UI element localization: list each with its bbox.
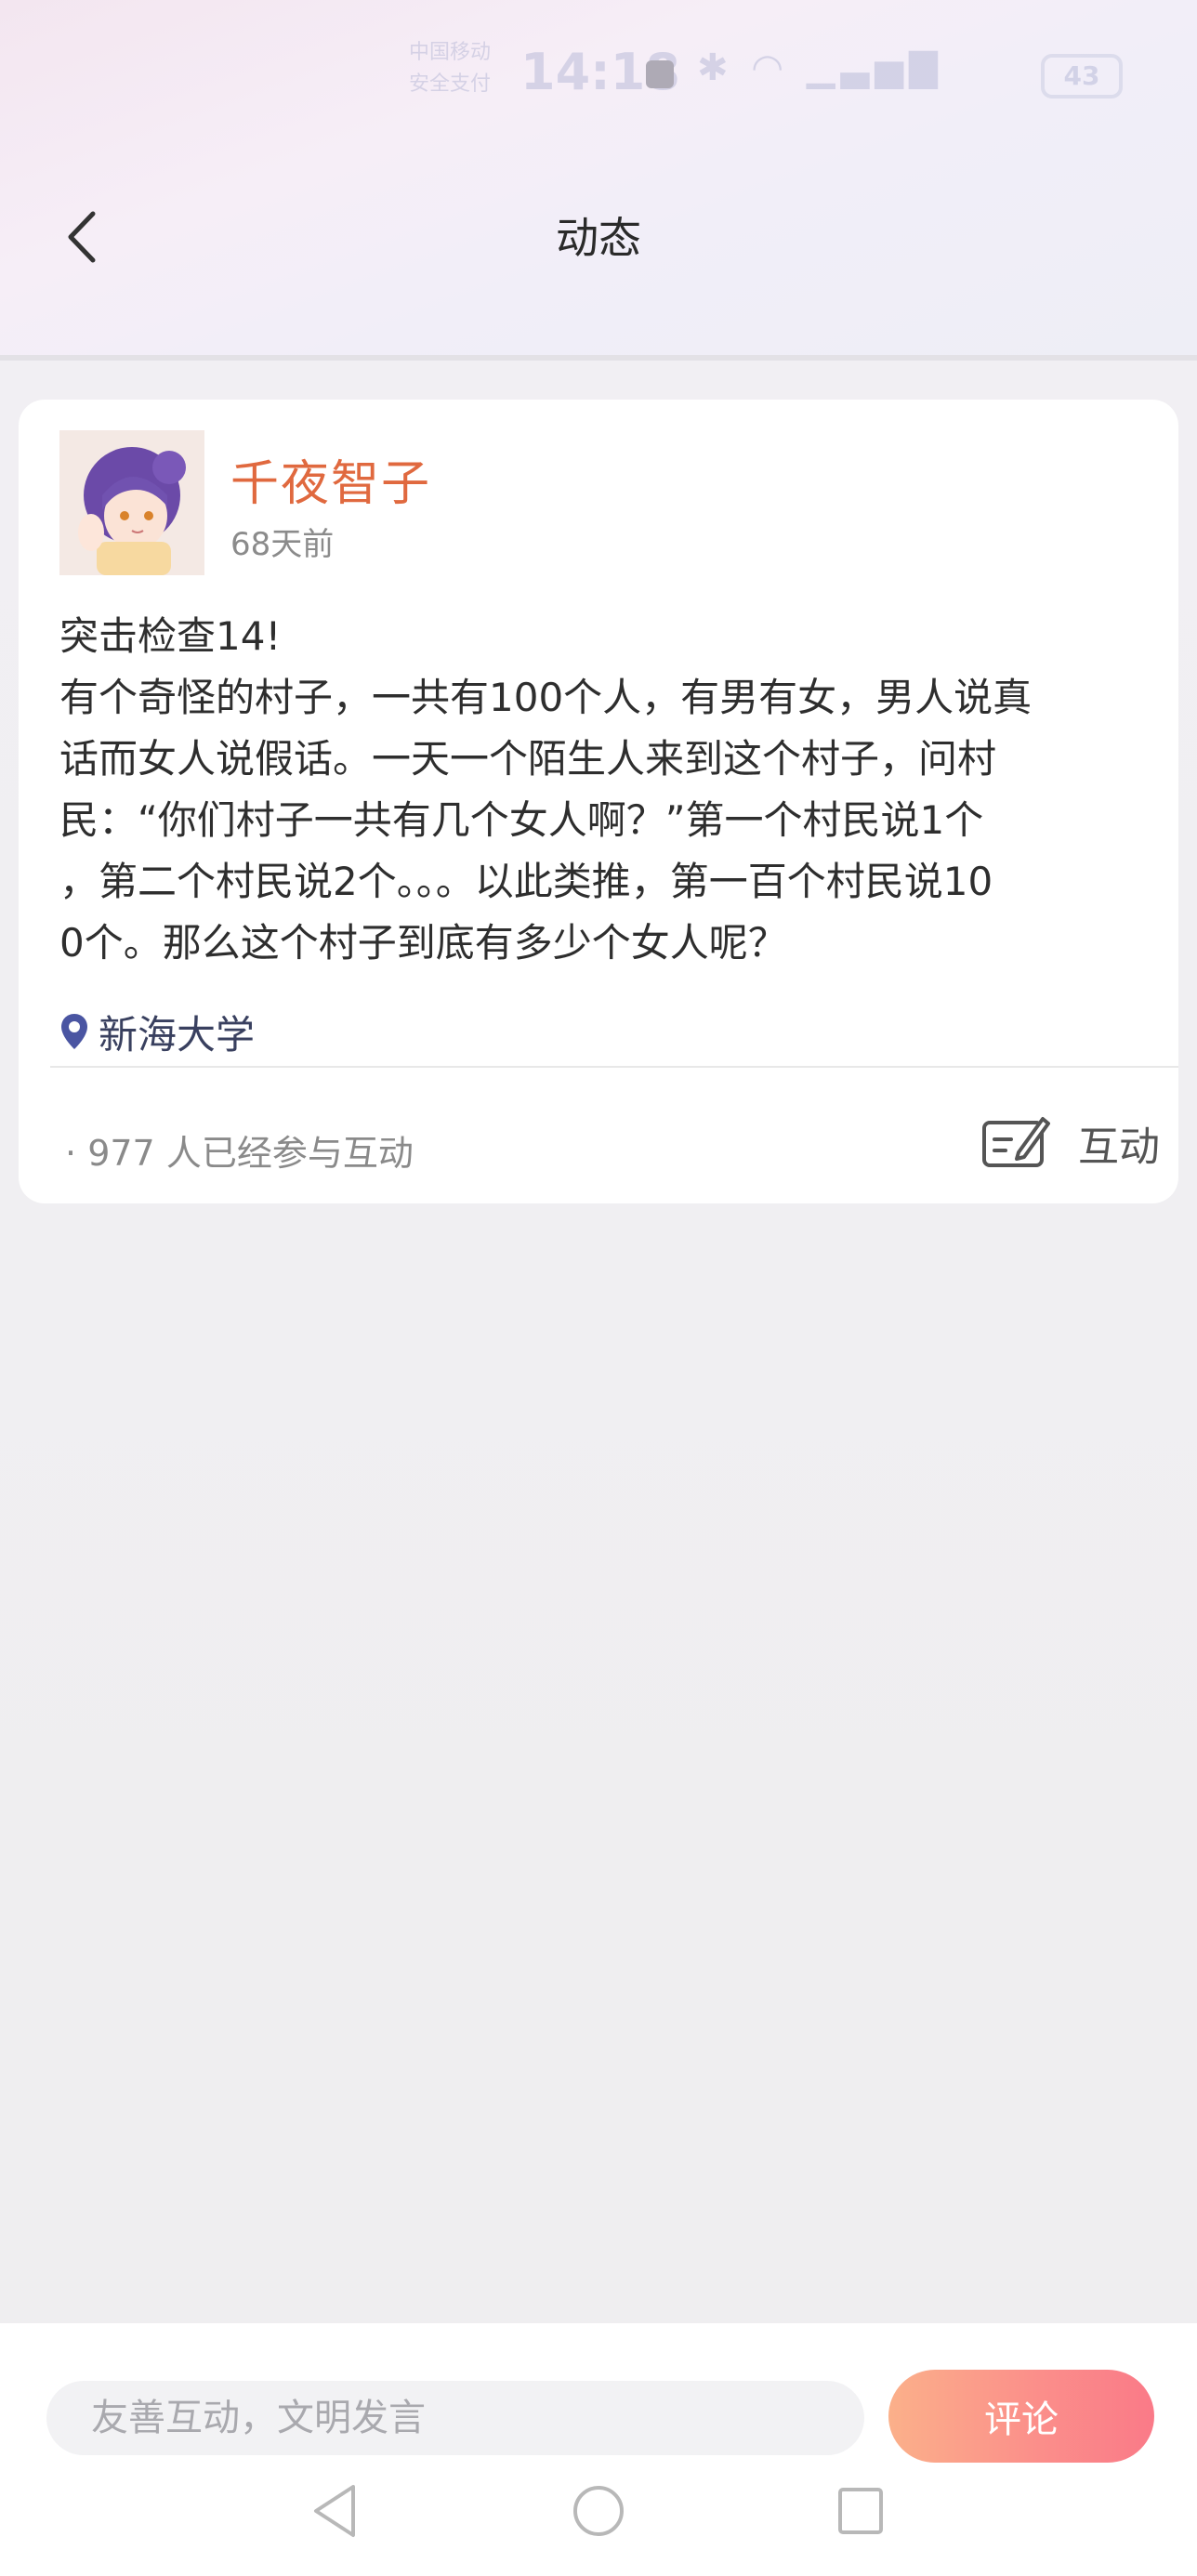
status-icons: ✱ ◠ ▁▃▅▇ bbox=[697, 46, 943, 89]
card-divider bbox=[50, 1066, 1178, 1068]
post-title-line: 突击检查14! bbox=[59, 613, 282, 659]
comment-input[interactable] bbox=[46, 2381, 864, 2455]
signal-icon: ▁▃▅▇ bbox=[806, 46, 943, 89]
participants-count: · 977 人已经参与互动 bbox=[65, 1124, 414, 1176]
lower-background bbox=[0, 1891, 1197, 2323]
page-header: 动态 bbox=[0, 167, 1197, 297]
map-pin-icon bbox=[61, 1014, 87, 1049]
status-carrier: 中国移动 安全支付 bbox=[409, 41, 492, 96]
edit-note-icon bbox=[982, 1117, 1050, 1167]
post-body-line: 话而女人说假话。一天一个陌生人来到这个村子，问村 bbox=[59, 736, 997, 782]
post-body-line: 0个。那么这个村子到底有多少个女人呢？ bbox=[59, 920, 787, 966]
notification-app-icon bbox=[646, 60, 674, 88]
page-title: 动态 bbox=[556, 213, 641, 263]
post-time: 68天前 bbox=[230, 526, 335, 563]
bluetooth-icon: ✱ bbox=[697, 46, 734, 89]
nav-recents-button[interactable] bbox=[833, 2481, 888, 2544]
author-name[interactable]: 千夜智子 bbox=[230, 444, 431, 514]
post-body-line: ，第二个村民说2个。。。以此类推，第一百个村民说10 bbox=[59, 859, 993, 904]
system-nav-bar bbox=[0, 2472, 1197, 2565]
wifi-icon: ◠ bbox=[751, 46, 790, 89]
triangle-back-icon bbox=[314, 2485, 355, 2537]
participants-number: 977 bbox=[87, 1133, 155, 1174]
interact-button[interactable]: 互动 bbox=[957, 1106, 1171, 1180]
participants-prefix: · bbox=[65, 1133, 77, 1174]
post-body: 突击检查14! 有个奇怪的村子，一共有100个人，有男有女，男人说真 话而女人说… bbox=[59, 606, 1147, 974]
location-label: 新海大学 bbox=[99, 1011, 256, 1058]
comment-button[interactable]: 评论 bbox=[888, 2370, 1154, 2463]
battery-icon: 43 bbox=[1041, 54, 1123, 99]
status-bar: 中国移动 安全支付 14:18 ✱ ◠ ▁▃▅▇ 43 bbox=[0, 28, 1197, 121]
post-body-line: 有个奇怪的村子，一共有100个人，有男有女，男人说真 bbox=[59, 675, 1033, 720]
nav-back-button[interactable] bbox=[307, 2481, 362, 2544]
avatar[interactable] bbox=[59, 430, 204, 575]
participants-text: 人已经参与互动 bbox=[165, 1133, 414, 1174]
square-recents-icon bbox=[838, 2488, 883, 2534]
comment-bar: 评论 bbox=[0, 2323, 1197, 2576]
avatar-image bbox=[59, 430, 204, 575]
header-divider bbox=[0, 355, 1197, 361]
location-tag[interactable]: 新海大学 bbox=[59, 1004, 255, 1059]
circle-home-icon bbox=[573, 2486, 624, 2536]
interact-label: 互动 bbox=[1078, 1124, 1160, 1171]
post-card: 千夜智子 68天前 突击检查14! 有个奇怪的村子，一共有100个人，有男有女，… bbox=[19, 400, 1178, 1203]
post-body-line: 民：“你们村子一共有几个女人啊？”第一个村民说1个 bbox=[59, 797, 984, 843]
nav-home-button[interactable] bbox=[571, 2481, 626, 2544]
